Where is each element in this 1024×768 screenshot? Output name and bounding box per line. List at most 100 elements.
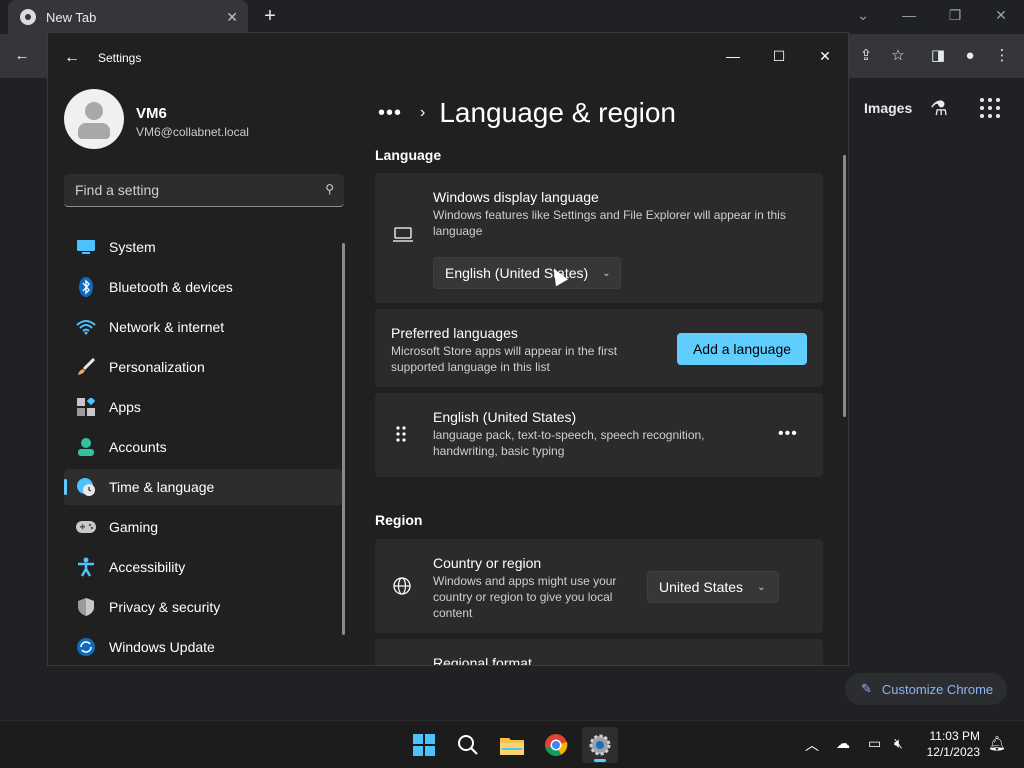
chevron-right-icon: ›: [420, 104, 426, 121]
sidebar-item-label: Gaming: [109, 519, 159, 535]
tab-close-icon[interactable]: ✕: [226, 9, 238, 26]
taskbar: ︿ ☁ ▭ 🔇︎ 🔔︎: [0, 720, 1024, 768]
chrome-menu-icon[interactable]: ⋮: [990, 44, 1014, 68]
minimize-icon[interactable]: —: [710, 41, 756, 71]
avatar[interactable]: [64, 89, 124, 149]
sidebar-item-label: Network & internet: [109, 319, 225, 335]
network-icon[interactable]: ▭: [868, 735, 881, 752]
onedrive-icon[interactable]: ☁: [836, 735, 850, 752]
apps-icon: [76, 397, 96, 417]
sidebar-item-label: System: [109, 239, 156, 255]
labs-flask-icon[interactable]: ⚗: [930, 96, 948, 121]
sidebar-nav: System Bluetooth & devices Network & int…: [64, 229, 342, 665]
clock-time: 11:03 PM: [929, 729, 980, 743]
maximize-icon[interactable]: ☐: [756, 41, 802, 71]
taskbar-search-button[interactable]: [450, 727, 486, 763]
customize-chrome-button[interactable]: ✎ Customize Chrome: [845, 673, 1007, 705]
sidebar-item-label: Windows Update: [109, 639, 215, 655]
card-regional-format[interactable]: Regional format: [375, 639, 823, 666]
search-box: ⚲: [64, 174, 344, 207]
share-icon[interactable]: ⇪: [854, 44, 878, 68]
card-display-language: Windows display language Windows feature…: [375, 173, 823, 303]
tray-overflow-chevron-icon[interactable]: ︿: [805, 735, 819, 755]
back-icon[interactable]: ←: [10, 44, 34, 68]
notification-bell-icon[interactable]: 🔔︎: [988, 735, 1006, 752]
add-language-button[interactable]: Add a language: [677, 333, 807, 365]
section-title-region: Region: [375, 512, 423, 528]
search-icon: [458, 735, 478, 755]
language-more-options-icon[interactable]: •••: [778, 425, 798, 443]
search-input[interactable]: [64, 174, 304, 205]
profile-icon[interactable]: ●: [958, 44, 982, 68]
preferred-languages-title: Preferred languages: [391, 325, 518, 341]
language-item-desc: language pack, text-to-speech, speech re…: [433, 428, 705, 458]
chevron-down-icon: ⌄: [757, 581, 766, 593]
shield-icon: [76, 597, 96, 617]
windows-logo-icon: [413, 734, 435, 756]
bluetooth-icon: [76, 277, 96, 297]
profile-name: VM6: [136, 105, 167, 122]
sidebar-item-bluetooth[interactable]: Bluetooth & devices: [64, 269, 342, 305]
brush-icon: [76, 357, 96, 377]
country-region-dropdown[interactable]: United States ⌄: [647, 571, 779, 603]
sidebar-item-personalization[interactable]: Personalization: [64, 349, 342, 385]
chrome-favicon-icon: [20, 9, 36, 25]
sidebar-item-gaming[interactable]: Gaming: [64, 509, 342, 545]
sidebar-item-apps[interactable]: Apps: [64, 389, 342, 425]
file-explorer-button[interactable]: [494, 727, 530, 763]
bookmark-star-icon[interactable]: ☆: [886, 44, 910, 68]
globe-icon: [393, 577, 411, 600]
tab-search-icon[interactable]: ⌄: [840, 0, 886, 30]
settings-back-icon[interactable]: ←: [64, 49, 80, 67]
sidebar-item-windows-update[interactable]: Windows Update: [64, 629, 342, 665]
breadcrumb: ••• › Language & region: [378, 93, 676, 133]
google-apps-icon[interactable]: [980, 98, 1000, 118]
chrome-restore-icon[interactable]: ❐: [932, 0, 978, 30]
chrome-minimize-icon[interactable]: —: [886, 0, 932, 30]
chrome-tab-strip: New Tab ✕ + ⌄ — ❐ ✕: [0, 0, 1024, 34]
display-language-desc: Windows features like Settings and File …: [433, 208, 786, 238]
search-icon[interactable]: ⚲: [325, 182, 334, 196]
volume-muted-icon[interactable]: 🔇︎: [894, 735, 903, 752]
customize-chrome-label: Customize Chrome: [881, 681, 994, 697]
sidebar-scrollbar[interactable]: [342, 243, 345, 635]
settings-app-title: Settings: [98, 51, 142, 65]
display-language-title: Windows display language: [433, 189, 599, 205]
pencil-icon: ✎: [861, 681, 872, 696]
sidebar-item-label: Accessibility: [109, 559, 186, 575]
chrome-taskbar-button[interactable]: [538, 727, 574, 763]
sidebar-item-accounts[interactable]: Accounts: [64, 429, 342, 465]
sidebar-item-network[interactable]: Network & internet: [64, 309, 342, 345]
chrome-tab-new-tab[interactable]: New Tab ✕: [8, 0, 248, 34]
settings-titlebar: ← Settings — ☐ ✕: [48, 33, 848, 83]
side-panel-icon[interactable]: ◨: [926, 44, 950, 68]
new-tab-button[interactable]: +: [258, 5, 282, 29]
clock-date: 12/1/2023: [926, 745, 980, 759]
taskbar-clock[interactable]: 11:03 PM 12/1/2023: [922, 728, 980, 760]
country-region-desc: Windows and apps might use your country …: [433, 574, 617, 620]
accessibility-icon: [76, 557, 96, 577]
sidebar-item-system[interactable]: System: [64, 229, 342, 265]
content-scrollbar[interactable]: [843, 155, 846, 417]
account-icon: [76, 437, 96, 457]
drag-handle-icon[interactable]: [395, 425, 407, 448]
section-title-language: Language: [375, 147, 442, 163]
regional-format-title: Regional format: [433, 655, 532, 666]
sidebar-item-accessibility[interactable]: Accessibility: [64, 549, 342, 585]
globe-clock-icon: [76, 477, 96, 497]
close-icon[interactable]: ✕: [802, 41, 848, 71]
images-link[interactable]: Images: [864, 100, 912, 116]
breadcrumb-more-icon[interactable]: •••: [378, 102, 402, 125]
sidebar-item-privacy[interactable]: Privacy & security: [64, 589, 342, 625]
card-country-region: Country or region Windows and apps might…: [375, 539, 823, 633]
settings-taskbar-button[interactable]: [582, 727, 618, 763]
system-icon: [76, 237, 96, 257]
folder-icon: [500, 738, 524, 755]
language-item-title: English (United States): [433, 409, 577, 425]
start-button[interactable]: [406, 727, 442, 763]
sidebar-item-time-language[interactable]: Time & language: [64, 469, 342, 505]
display-language-dropdown[interactable]: English (United States) ⌄: [433, 257, 621, 289]
chrome-close-icon[interactable]: ✕: [978, 0, 1024, 30]
chevron-down-icon: ⌄: [602, 267, 611, 279]
sidebar-item-label: Bluetooth & devices: [109, 279, 233, 295]
